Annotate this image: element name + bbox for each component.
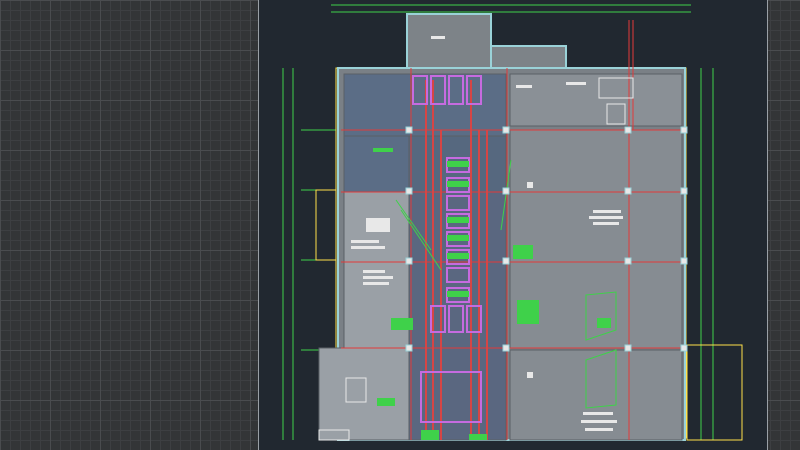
- drawing-sheet[interactable]: [258, 0, 768, 450]
- cad-model-space[interactable]: [0, 0, 800, 450]
- floor-plan-drawing[interactable]: [259, 0, 767, 450]
